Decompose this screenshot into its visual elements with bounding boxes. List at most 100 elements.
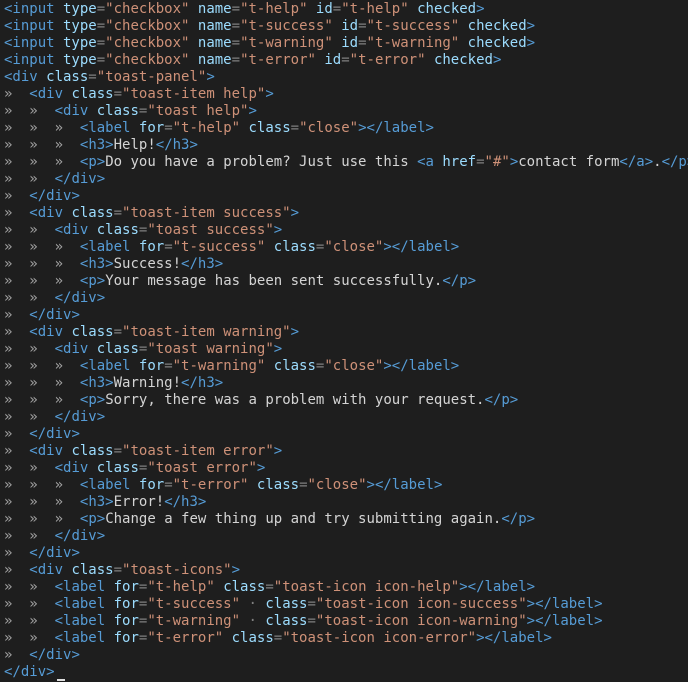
code-token: ></label>	[459, 579, 536, 595]
code-editor[interactable]: <input type="checkbox" name="t-help" id=…	[0, 0, 688, 682]
code-token: <input	[4, 1, 55, 17]
code-token: <label	[79, 358, 131, 374]
code-line: » <div class="toast-item help">	[0, 86, 688, 103]
code-token: checked	[425, 52, 493, 68]
code-token: "toast-item success"	[122, 205, 291, 221]
code-token: name	[189, 1, 232, 17]
code-line: » </div>	[0, 426, 688, 443]
indent-guide: »	[54, 392, 80, 408]
code-token: "toast help"	[147, 103, 249, 119]
code-token: <p>	[79, 511, 106, 527]
code-token: <p>	[79, 154, 106, 170]
indent-guide: »	[4, 290, 30, 306]
code-token: id	[315, 52, 342, 68]
code-token: for	[105, 596, 139, 612]
code-token: </div>	[54, 528, 106, 544]
code-token: <label	[79, 120, 131, 136]
code-token: class	[256, 596, 308, 612]
indent-guide: »	[54, 239, 80, 255]
code-token: </p>	[661, 154, 688, 170]
code-line: » » <div class="toast warning">	[0, 341, 688, 358]
indent-guide: »	[54, 137, 80, 153]
code-line: » » </div>	[0, 528, 688, 545]
code-token: id	[307, 1, 333, 17]
indent-guide: »	[29, 290, 55, 306]
code-token: <label	[79, 477, 131, 493]
code-line: » » » <label for="t-help" class="close">…	[0, 120, 688, 137]
indent-guide: »	[29, 341, 55, 357]
code-token: "t-error"	[349, 52, 426, 68]
code-token: "toast warning"	[147, 341, 274, 357]
code-line: » » » <h3>Success!</h3>	[0, 256, 688, 273]
code-token: Help!	[113, 137, 156, 153]
code-token: class	[88, 341, 139, 357]
code-token: checked	[408, 1, 477, 17]
indent-guide: »	[4, 596, 30, 612]
code-token: </div>	[54, 409, 106, 425]
code-token: "t-success"	[366, 18, 460, 34]
code-token: "t-warning"	[366, 35, 460, 51]
code-token: class	[265, 358, 316, 374]
indent-guide: »	[4, 239, 30, 255]
code-token: =	[88, 69, 97, 85]
code-token: ></label>	[383, 239, 460, 255]
code-line: » » » <p>Change a few thing up and try s…	[0, 511, 688, 528]
code-token: =	[164, 120, 173, 136]
indent-guide: »	[54, 477, 80, 493]
code-line: » » <label for="t-error" class="toast-ic…	[0, 630, 688, 647]
indent-guide: »	[29, 477, 55, 493]
code-line: <input type="checkbox" name="t-success" …	[0, 18, 688, 35]
indent-guide: »	[4, 137, 30, 153]
code-token: "close"	[324, 239, 384, 255]
indent-guide: »	[4, 256, 30, 272]
code-token: =	[307, 596, 316, 612]
code-token: id	[332, 18, 359, 34]
code-token: type	[54, 35, 97, 51]
code-token: class	[63, 324, 114, 340]
indent-guide: »	[29, 460, 55, 476]
indent-guide: »	[4, 630, 30, 646]
code-token: >	[256, 460, 266, 476]
code-token: contact form	[518, 154, 620, 170]
code-token: ></label>	[383, 358, 460, 374]
code-token: "checkbox"	[105, 1, 190, 17]
code-token: "#"	[484, 154, 510, 170]
indent-guide: »	[54, 120, 80, 136]
code-token: id	[332, 35, 359, 51]
code-token: class	[223, 630, 274, 646]
code-token: "t-help"	[240, 1, 308, 17]
indent-guide: »	[29, 494, 55, 510]
indent-guide: »	[29, 358, 55, 374]
code-token: </div>	[4, 664, 55, 680]
code-line: » </div>	[0, 647, 688, 664]
code-token: ></label>	[526, 596, 603, 612]
code-token: "t-help"	[341, 1, 409, 17]
code-token: =	[358, 18, 367, 34]
code-token: <div	[29, 86, 64, 102]
code-token: Sorry, there was a problem with your req…	[105, 392, 485, 408]
code-token: ·	[240, 613, 257, 629]
code-token: "toast-panel"	[96, 69, 207, 85]
code-token: "toast-icon icon-success"	[315, 596, 527, 612]
code-token: >	[273, 443, 283, 459]
indent-guide: »	[54, 375, 80, 391]
code-token: Success!	[113, 256, 182, 272]
code-token: =	[341, 52, 350, 68]
code-token: >	[206, 69, 215, 85]
code-token: class	[214, 579, 266, 595]
indent-guide: »	[4, 103, 30, 119]
code-token: class	[265, 239, 316, 255]
code-token: "t-success"	[147, 596, 241, 612]
code-line: » » » <p>Do you have a problem? Just use…	[0, 154, 688, 171]
code-line: » </div>	[0, 188, 688, 205]
indent-guide: »	[4, 307, 30, 323]
code-token: class	[88, 103, 139, 119]
code-token: <div	[4, 69, 38, 85]
indent-guide: »	[29, 222, 55, 238]
code-token: for	[105, 613, 139, 629]
code-token: "close"	[324, 358, 384, 374]
code-token: =	[231, 35, 241, 51]
code-token: =	[290, 120, 300, 136]
code-token: type	[54, 18, 97, 34]
code-line: » <div class="toast-item success">	[0, 205, 688, 222]
